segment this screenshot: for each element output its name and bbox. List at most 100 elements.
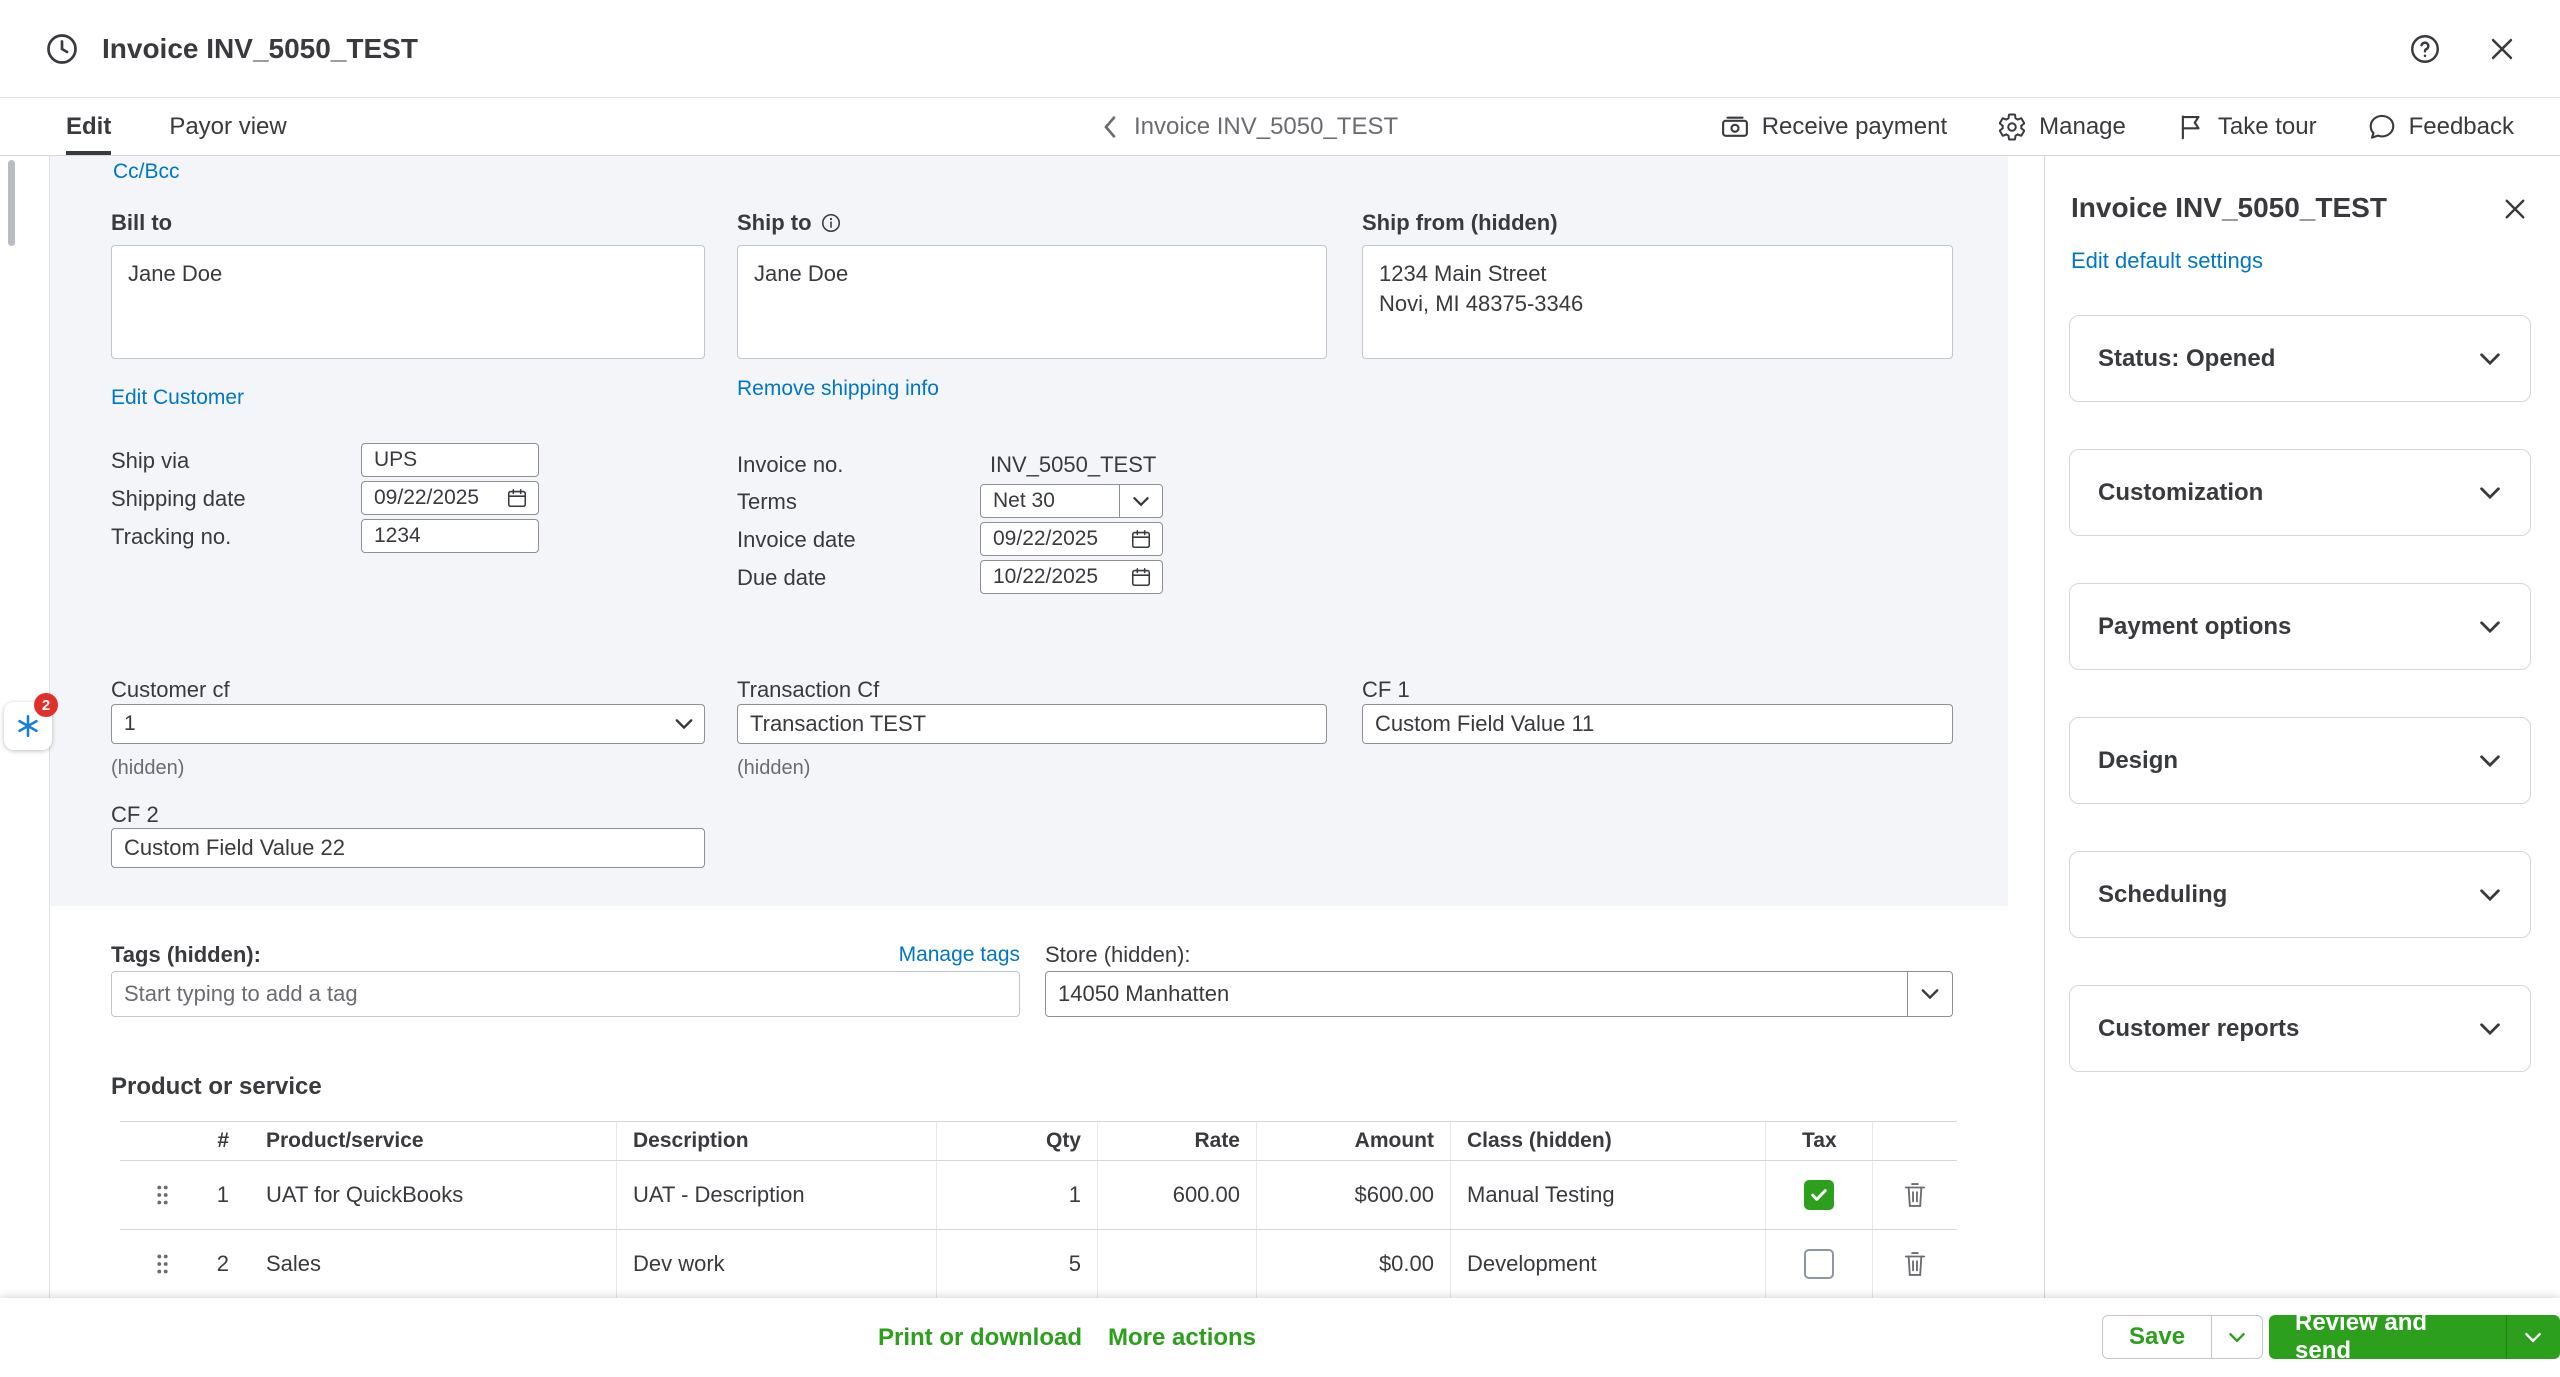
- tracking-no-input[interactable]: [361, 519, 539, 553]
- drag-handle-icon[interactable]: [120, 1230, 205, 1298]
- help-icon[interactable]: [2408, 32, 2442, 66]
- header-actions: [1872, 1122, 1957, 1160]
- header-rate: Rate: [1097, 1122, 1256, 1160]
- cell-class[interactable]: Development: [1450, 1230, 1765, 1298]
- transaction-cf-hidden-note: (hidden): [737, 757, 811, 779]
- ship-from-textarea[interactable]: 1234 Main Street Novi, MI 48375-3346: [1362, 245, 1953, 359]
- header-description: Description: [616, 1122, 936, 1160]
- review-and-send-button-group: Review and send: [2269, 1315, 2560, 1359]
- store-select[interactable]: 14050 Manhatten: [1045, 971, 1953, 1017]
- table-header-row: # Product/service Description Qty Rate A…: [120, 1121, 1957, 1161]
- cell-description[interactable]: Dev work: [616, 1230, 936, 1298]
- table-row: 2 Sales Dev work 5 $0.00 Development: [120, 1230, 1957, 1298]
- shipping-date-input[interactable]: 09/22/2025: [361, 481, 539, 515]
- cell-amount: $600.00: [1256, 1161, 1450, 1229]
- sidebar-section-payment-options[interactable]: Payment options: [2069, 583, 2531, 670]
- store-label: Store (hidden):: [1045, 942, 1191, 967]
- ship-via-input[interactable]: [361, 443, 539, 477]
- ship-to-textarea[interactable]: Jane Doe: [737, 245, 1327, 359]
- chevron-left-icon: [1102, 115, 1118, 139]
- sidebar-section-scheduling[interactable]: Scheduling: [2069, 851, 2531, 938]
- save-dropdown-button[interactable]: [2212, 1316, 2262, 1358]
- edit-customer-link[interactable]: Edit Customer: [111, 386, 244, 410]
- invoice-date-input[interactable]: 09/22/2025: [980, 522, 1163, 556]
- cell-qty[interactable]: 1: [936, 1161, 1097, 1229]
- customer-cf-label: Customer cf: [111, 677, 230, 702]
- tags-label: Tags (hidden):: [111, 942, 261, 967]
- due-date-label: Due date: [737, 565, 827, 590]
- edit-default-settings-link[interactable]: Edit default settings: [2071, 248, 2263, 274]
- terms-select[interactable]: Net 30: [980, 484, 1163, 518]
- tab-payor-view[interactable]: Payor view: [169, 98, 286, 155]
- cc-bcc-link[interactable]: Cc/Bcc: [113, 160, 180, 184]
- print-or-download-link[interactable]: Print or download: [878, 1324, 1082, 1352]
- due-date-input[interactable]: 10/22/2025: [980, 560, 1163, 594]
- customer-cf-select[interactable]: 1: [111, 704, 705, 744]
- breadcrumb[interactable]: Invoice INV_5050_TEST: [1102, 98, 1398, 155]
- delete-row-icon[interactable]: [1872, 1161, 1957, 1229]
- save-button[interactable]: Save: [2103, 1316, 2213, 1358]
- cell-class[interactable]: Manual Testing: [1450, 1161, 1765, 1229]
- assistant-widget-button[interactable]: 2: [4, 693, 58, 750]
- cell-product[interactable]: Sales: [245, 1230, 616, 1298]
- cell-tax: [1765, 1230, 1872, 1298]
- cell-rate[interactable]: [1097, 1230, 1256, 1298]
- calendar-icon: [496, 482, 528, 514]
- close-icon[interactable]: [2488, 35, 2516, 63]
- history-icon[interactable]: [44, 31, 80, 67]
- notification-badge: 2: [34, 693, 58, 717]
- manage-button[interactable]: Manage: [1997, 112, 2126, 142]
- take-tour-button[interactable]: Take tour: [2176, 112, 2317, 142]
- chevron-down-icon: [664, 705, 694, 743]
- feedback-button[interactable]: Feedback: [2367, 112, 2514, 142]
- sidebar-section-design[interactable]: Design: [2069, 717, 2531, 804]
- cell-description[interactable]: UAT - Description: [616, 1161, 936, 1229]
- sidebar-section-customization[interactable]: Customization: [2069, 449, 2531, 536]
- gear-icon: [1997, 112, 2027, 142]
- transaction-cf-label: Transaction Cf: [737, 677, 880, 702]
- cell-product[interactable]: UAT for QuickBooks: [245, 1161, 616, 1229]
- chevron-down-icon: [2478, 486, 2502, 500]
- delete-row-icon[interactable]: [1872, 1230, 1957, 1298]
- header-class: Class (hidden): [1450, 1122, 1765, 1160]
- tab-edit[interactable]: Edit: [66, 98, 112, 155]
- cell-qty[interactable]: 5: [936, 1230, 1097, 1298]
- review-and-send-dropdown-button[interactable]: [2507, 1315, 2560, 1359]
- cell-rate[interactable]: 600.00: [1097, 1161, 1256, 1229]
- table-row: 1 UAT for QuickBooks UAT - Description 1…: [120, 1161, 1957, 1230]
- cf2-input[interactable]: [111, 828, 705, 868]
- info-icon[interactable]: [820, 212, 842, 234]
- tax-checkbox[interactable]: [1804, 1180, 1834, 1210]
- vertical-scrollbar[interactable]: [8, 160, 15, 246]
- header-amount: Amount: [1256, 1122, 1450, 1160]
- review-and-send-button[interactable]: Review and send: [2269, 1315, 2507, 1359]
- chevron-down-icon: [1907, 972, 1952, 1016]
- manage-tags-link[interactable]: Manage tags: [880, 943, 1020, 967]
- cf2-label: CF 2: [111, 802, 159, 827]
- cf1-input[interactable]: [1362, 704, 1953, 744]
- speech-bubble-icon: [2367, 112, 2397, 142]
- drag-handle-icon[interactable]: [120, 1161, 205, 1229]
- more-actions-link[interactable]: More actions: [1108, 1324, 1256, 1352]
- receive-payment-icon: [1720, 112, 1750, 142]
- remove-shipping-info-link[interactable]: Remove shipping info: [737, 377, 939, 401]
- chevron-down-icon: [2478, 620, 2502, 634]
- sidebar-section-customer-reports[interactable]: Customer reports: [2069, 985, 2531, 1072]
- customer-cf-hidden-note: (hidden): [111, 757, 185, 779]
- tags-input[interactable]: [111, 971, 1020, 1017]
- sidebar-close-icon[interactable]: [2502, 196, 2528, 222]
- transaction-cf-input[interactable]: [737, 704, 1327, 744]
- line-items-table: # Product/service Description Qty Rate A…: [120, 1121, 1957, 1298]
- receive-payment-button[interactable]: Receive payment: [1720, 112, 1947, 142]
- chevron-down-icon: [1119, 485, 1162, 517]
- product-or-service-heading: Product or service: [111, 1073, 322, 1100]
- calendar-icon: [1120, 523, 1152, 555]
- invoice-no-label: Invoice no.: [737, 452, 844, 477]
- tax-checkbox[interactable]: [1804, 1249, 1834, 1279]
- header-tax: Tax: [1765, 1122, 1872, 1160]
- sidebar-section-status[interactable]: Status: Opened: [2069, 315, 2531, 402]
- shipping-date-label: Shipping date: [111, 486, 246, 511]
- chevron-down-icon: [2478, 1022, 2502, 1036]
- bill-to-textarea[interactable]: Jane Doe: [111, 245, 705, 359]
- cell-row-number: 1: [216, 1182, 229, 1207]
